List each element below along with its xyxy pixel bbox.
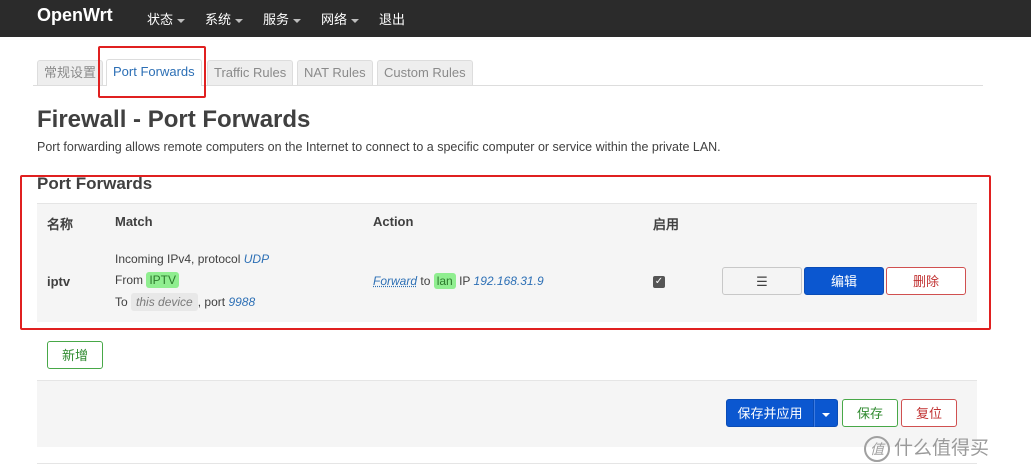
nav-logout[interactable]: 退出 [379, 9, 405, 28]
watermark-logo-icon: 值 [864, 435, 890, 462]
watermark: 值什么值得买 [864, 433, 989, 462]
tab-nat-rules[interactable]: NAT Rules [297, 60, 373, 85]
nav-network-label: 网络 [321, 12, 348, 27]
chevron-down-icon [351, 18, 360, 23]
chevron-down-icon [235, 18, 244, 23]
save-apply-dropdown[interactable] [814, 399, 838, 427]
nav-status-label: 状态 [147, 12, 174, 27]
add-button[interactable]: 新增 [47, 341, 103, 369]
nav-services-label: 服务 [263, 12, 290, 27]
tab-traffic-rules[interactable]: Traffic Rules [207, 60, 294, 85]
nav-system-label: 系统 [205, 12, 232, 27]
nav-network[interactable]: 网络 [321, 9, 360, 28]
page-description: Port forwarding allows remote computers … [37, 140, 721, 154]
nav-system[interactable]: 系统 [205, 9, 244, 28]
highlight-box-table [20, 175, 991, 330]
bottom-divider [37, 463, 977, 464]
chevron-down-icon [293, 18, 302, 23]
save-apply-button[interactable]: 保存并应用 [726, 399, 814, 427]
save-button[interactable]: 保存 [842, 399, 898, 427]
reset-button[interactable]: 复位 [901, 399, 957, 427]
nav-status[interactable]: 状态 [147, 9, 186, 28]
page-title: Firewall - Port Forwards [37, 106, 311, 133]
tab-custom-rules[interactable]: Custom Rules [377, 60, 473, 85]
nav-services[interactable]: 服务 [263, 9, 302, 28]
tab-general[interactable]: 常规设置 [37, 60, 104, 85]
watermark-text: 什么值得买 [894, 438, 990, 459]
chevron-down-icon [177, 18, 186, 23]
highlight-box-tab [98, 46, 206, 98]
brand-logo[interactable]: OpenWrt [37, 5, 113, 26]
chevron-down-icon [822, 412, 830, 417]
